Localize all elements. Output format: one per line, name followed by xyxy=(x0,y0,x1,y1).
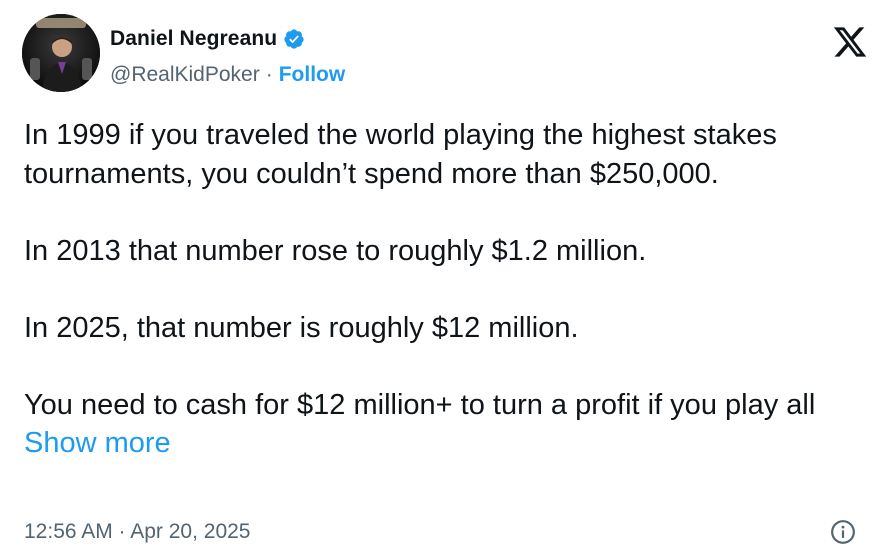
tweet-paragraph: In 2013 that number rose to roughly $1.2… xyxy=(24,234,647,267)
tweet-card: Daniel Negreanu @RealKidPoker · Follow I… xyxy=(0,0,890,557)
tweet-paragraph: In 2025, that number is roughly $12 mill… xyxy=(24,311,579,344)
avatar-image xyxy=(22,14,100,92)
info-icon[interactable] xyxy=(830,519,856,545)
avatar[interactable] xyxy=(22,14,100,92)
tweet-timestamp[interactable]: 12:56 AM · Apr 20, 2025 xyxy=(24,520,251,544)
tweet-paragraph-truncated: You need to cash for $12 million+ to tur… xyxy=(24,386,864,463)
separator-dot: · xyxy=(265,63,273,86)
verified-badge-icon xyxy=(283,28,305,50)
author-name-row: Daniel Negreanu xyxy=(110,24,345,54)
author-name[interactable]: Daniel Negreanu xyxy=(110,27,277,51)
tweet-paragraph-text: You need to cash for $12 million+ to tur… xyxy=(24,388,816,421)
show-more-link[interactable]: Show more xyxy=(24,427,171,459)
author-handle[interactable]: @RealKidPoker xyxy=(110,63,260,87)
tweet-text: In 1999 if you traveled the world playin… xyxy=(24,116,864,463)
follow-button[interactable]: Follow xyxy=(279,63,346,87)
tweet-header: Daniel Negreanu @RealKidPoker · Follow xyxy=(22,14,868,94)
author-info: Daniel Negreanu @RealKidPoker · Follow xyxy=(110,24,345,90)
author-handle-row: @RealKidPoker · Follow xyxy=(110,60,345,90)
x-logo-icon[interactable] xyxy=(832,24,868,60)
tweet-paragraph: In 1999 if you traveled the world playin… xyxy=(24,119,777,190)
